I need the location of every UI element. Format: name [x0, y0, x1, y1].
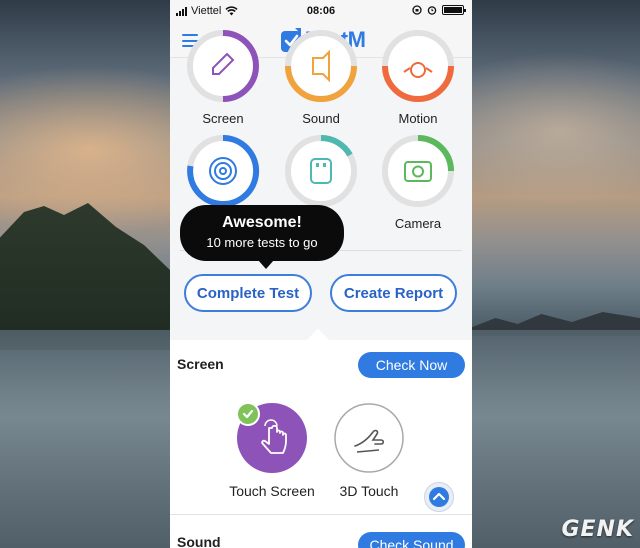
- genk-watermark: GENK: [561, 517, 634, 542]
- motion-test-icon: [382, 30, 454, 102]
- status-icons: [412, 5, 466, 15]
- complete-test-button[interactable]: Complete Test: [184, 274, 312, 312]
- tooltip-subtitle: 10 more tests to go: [206, 235, 318, 250]
- check-now-button[interactable]: Check Now: [358, 352, 465, 378]
- test-tile-sound[interactable]: Sound: [281, 28, 361, 126]
- subtest-label: Touch Screen: [229, 483, 315, 499]
- check-icon: [236, 402, 260, 426]
- subtest-3d-touch[interactable]: 3D Touch: [319, 402, 419, 499]
- phone-screen: Viettel 08:06 Screen Sound Motion Camera…: [170, 0, 472, 548]
- check-sound-button[interactable]: Check Sound: [358, 532, 465, 548]
- sound-test-icon: [285, 30, 357, 102]
- test-tile-screen[interactable]: Screen: [183, 28, 263, 126]
- fingerprint-test-icon: [187, 134, 260, 207]
- scroll-to-top-button[interactable]: [424, 482, 454, 512]
- camera-test-icon: [382, 135, 454, 207]
- test-label: Camera: [394, 216, 442, 231]
- alarm-icon: [427, 6, 437, 15]
- test-label: Sound: [302, 111, 340, 126]
- progress-tooltip: Awesome! 10 more tests to go: [180, 205, 344, 269]
- orientation-lock-icon: [412, 5, 422, 15]
- panel-title: Screen: [177, 356, 224, 372]
- 3d-touch-icon: [334, 403, 404, 473]
- test-label: Motion: [398, 111, 438, 126]
- status-bar: Viettel 08:06: [170, 0, 472, 24]
- storage-test-icon: [285, 134, 357, 207]
- test-tile-touch[interactable]: [183, 133, 263, 216]
- test-detail-panel: Screen Check Now Touch Screen 3D Touch: [170, 340, 472, 548]
- test-tile-motion[interactable]: Motion: [378, 28, 458, 126]
- chevron-up-icon: [429, 487, 449, 507]
- screen-test-icon: [187, 30, 259, 102]
- create-report-button[interactable]: Create Report: [330, 274, 457, 312]
- next-section-title: Sound: [177, 534, 221, 548]
- subtest-label: 3D Touch: [339, 483, 399, 499]
- battery-icon: [442, 5, 466, 15]
- tooltip-title: Awesome!: [222, 214, 302, 231]
- test-label: Screen: [202, 111, 244, 126]
- test-tile-camera[interactable]: Camera: [378, 133, 458, 231]
- section-divider: [170, 514, 472, 515]
